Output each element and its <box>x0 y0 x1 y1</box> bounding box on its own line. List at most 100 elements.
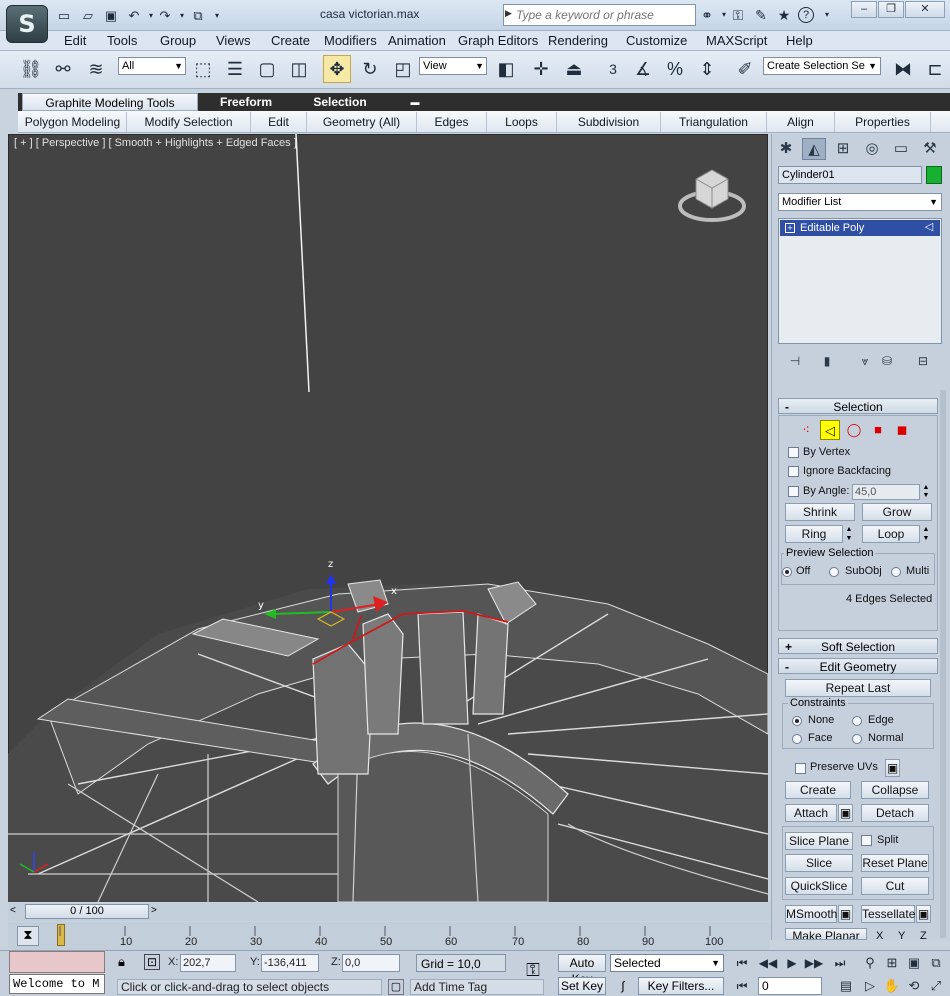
manipulate-icon[interactable]: ✛ <box>528 56 554 82</box>
attach-button[interactable]: Attach <box>785 804 837 822</box>
vertex-subobject-icon[interactable]: ⁖ <box>796 420 816 440</box>
isolate-selection-icon[interactable]: ▢ <box>388 979 404 995</box>
make-planar-z-button[interactable]: Z <box>920 930 927 942</box>
communication-center-icon[interactable]: ✎ <box>752 6 770 24</box>
menu-help[interactable]: Help <box>786 33 813 48</box>
key-filters-button[interactable]: Key Filters... <box>638 977 724 995</box>
constraint-edge-radio[interactable] <box>852 716 862 726</box>
help-dropdown-icon[interactable]: ▾ <box>818 6 836 24</box>
window-crossing-icon[interactable]: ◫ <box>286 56 312 82</box>
unlink-selection-icon[interactable]: ⚯ <box>50 56 76 82</box>
align-icon[interactable]: ⊏ <box>922 56 948 82</box>
rectangular-selection-icon[interactable]: ▢ <box>254 56 280 82</box>
make-planar-x-button[interactable]: X <box>876 930 883 942</box>
attach-list-icon[interactable]: ▣ <box>838 804 853 822</box>
preview-multi-radio[interactable] <box>891 567 901 577</box>
menu-modifiers[interactable]: Modifiers <box>324 33 377 48</box>
show-end-result-icon[interactable]: ▮ <box>818 352 836 370</box>
tessellate-button[interactable]: Tessellate <box>861 905 915 923</box>
set-key-button[interactable]: Set Key <box>558 977 606 995</box>
remove-modifier-icon[interactable]: ⛁ <box>878 352 896 370</box>
ring-button[interactable]: Ring <box>785 525 843 543</box>
save-file-icon[interactable]: ▣ <box>103 8 119 24</box>
spinner-arrows-icon[interactable]: ▲ ▼ <box>920 484 932 500</box>
by-angle-spinner[interactable]: 45,0 <box>852 484 920 500</box>
named-selection-set-field[interactable]: Create Selection Se ▼ <box>763 57 881 75</box>
preview-off-radio[interactable] <box>782 567 792 577</box>
viewport-label-menu[interactable]: [ + ] [ Perspective ] [ Smooth + Highlig… <box>14 137 297 149</box>
time-slider[interactable]: 0 / 100 <box>25 904 149 919</box>
make-planar-y-button[interactable]: Y <box>898 930 905 942</box>
snaps-toggle-icon[interactable]: 3 <box>600 56 626 82</box>
display-tab-icon[interactable]: ▭ <box>889 138 913 160</box>
ignore-backfacing-checkbox[interactable] <box>788 466 799 477</box>
maxscript-listener-output[interactable]: Welcome to M <box>9 974 105 994</box>
create-button[interactable]: Create <box>785 781 851 799</box>
spinner-snap-icon[interactable]: ⇕ <box>694 56 720 82</box>
preview-subobj-radio[interactable] <box>829 567 839 577</box>
x-coordinate-field[interactable]: 202,7 <box>180 954 236 972</box>
reset-plane-button[interactable]: Reset Plane <box>861 854 929 872</box>
reference-coordinate-dropdown[interactable]: View ▼ <box>419 57 487 75</box>
go-to-end-icon[interactable]: ⏭ <box>830 954 850 972</box>
constraint-face-radio[interactable] <box>792 734 802 744</box>
next-frame-icon[interactable]: ▶▶ <box>804 954 824 972</box>
set-keys-key-icon[interactable]: ⚿ <box>517 960 549 984</box>
quickslice-button[interactable]: QuickSlice <box>785 877 853 895</box>
menu-edit[interactable]: Edit <box>64 33 86 48</box>
favorites-star-icon[interactable]: ★ <box>775 6 793 24</box>
element-subobject-icon[interactable]: ◼ <box>892 420 912 440</box>
loop-spinner-icon[interactable]: ▲ ▼ <box>920 525 932 543</box>
object-name-field[interactable]: Cylinder01 <box>778 166 922 184</box>
help-icon[interactable]: ? <box>798 7 814 23</box>
application-logo-button[interactable]: S <box>6 5 48 43</box>
by-angle-checkbox[interactable] <box>788 486 799 497</box>
tab-selection[interactable]: Selection <box>296 93 384 111</box>
bind-to-space-warp-icon[interactable]: ≋ <box>83 56 109 82</box>
viewcube[interactable] <box>678 169 746 222</box>
ribbon-options-icon[interactable]: ▬ <box>406 93 424 111</box>
zoom-extents-icon[interactable]: ▣ <box>904 954 924 972</box>
pan-view-icon[interactable]: ✋ <box>882 977 902 995</box>
current-frame-field[interactable]: 0 <box>758 977 822 995</box>
tessellate-settings-icon[interactable]: ▣ <box>916 905 931 923</box>
soft-selection-rollout-header[interactable]: + Soft Selection <box>778 638 938 654</box>
maximize-viewport-icon[interactable]: ⤢ <box>926 977 946 995</box>
key-mode-toggle-icon[interactable]: ⏮ <box>732 977 752 995</box>
make-unique-icon[interactable]: ⩔ <box>856 352 874 370</box>
time-configuration-icon[interactable]: ▤ <box>836 977 856 995</box>
object-color-swatch[interactable] <box>926 166 942 184</box>
modify-tab-icon[interactable]: ◭ <box>802 138 826 160</box>
keyboard-shortcut-override-icon[interactable]: ⏏ <box>561 56 587 82</box>
border-subobject-icon[interactable]: ◯ <box>844 420 864 440</box>
binoculars-icon[interactable]: ⚭ <box>698 6 716 24</box>
ring-spinner-icon[interactable]: ▲ ▼ <box>843 525 855 543</box>
edge-subobject-icon[interactable]: ◁ <box>820 420 840 440</box>
mirror-icon[interactable]: ⧓ <box>890 56 916 82</box>
menu-group[interactable]: Group <box>160 33 196 48</box>
new-file-icon[interactable]: ▭ <box>56 8 72 24</box>
msmooth-settings-icon[interactable]: ▣ <box>838 905 853 923</box>
edit-geometry-rollout-header[interactable]: - Edit Geometry <box>778 658 938 674</box>
time-slider-next-icon[interactable]: > <box>151 905 157 916</box>
polygon-subobject-icon[interactable]: ■ <box>868 420 888 440</box>
tab-graphite-modeling-tools[interactable]: Graphite Modeling Tools <box>22 93 198 111</box>
viewport-scene[interactable]: z y x <box>8 134 768 902</box>
redo-dropdown-icon[interactable]: ▾ <box>174 8 190 24</box>
time-slider-prev-icon[interactable]: < <box>10 905 16 916</box>
ribbon-edit[interactable]: Edit <box>251 112 307 132</box>
maxscript-mini-listener[interactable] <box>9 951 105 973</box>
motion-tab-icon[interactable]: ◎ <box>860 138 884 160</box>
msmooth-button[interactable]: MSmooth <box>785 905 837 923</box>
command-panel-scrollbar[interactable] <box>940 390 946 938</box>
scale-icon[interactable]: ◰ <box>390 56 416 82</box>
redo-icon[interactable]: ↷ <box>157 8 173 24</box>
zoom-extents-all-icon[interactable]: ⧉ <box>926 954 946 972</box>
preserve-uvs-checkbox[interactable] <box>795 763 806 774</box>
go-to-start-icon[interactable]: ⏮ <box>732 954 752 972</box>
hierarchy-tab-icon[interactable]: ⊞ <box>831 138 855 160</box>
detach-button[interactable]: Detach <box>861 804 929 822</box>
project-folder-icon[interactable]: ⧉ <box>190 8 206 24</box>
collapse-button[interactable]: Collapse <box>861 781 929 799</box>
slice-plane-button[interactable]: Slice Plane <box>785 832 853 850</box>
